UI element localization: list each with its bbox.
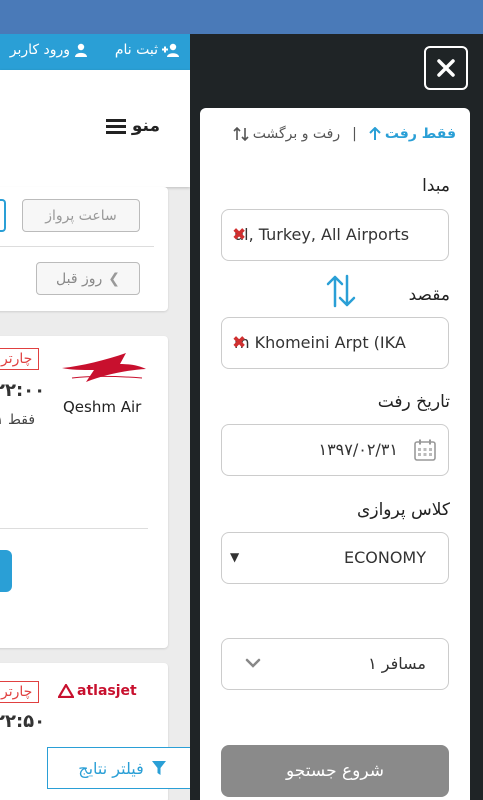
round-trip-option[interactable]: رفت و برگشت [233, 126, 340, 142]
sort-card: ساعت پرواز روز قبل ❮ [0, 187, 168, 311]
separator: | [352, 126, 357, 142]
swap-icon[interactable] [324, 274, 358, 308]
select-flight-button[interactable] [0, 550, 12, 592]
flight-card[interactable]: چارتر Qeshm Air ۲۲:۰۰ فقط ۱ [0, 336, 168, 648]
passengers-value: ۱ مسافر [368, 654, 426, 673]
depart-date-field[interactable]: ۱۳۹۷/۰۲/۳۱ [221, 424, 449, 476]
filter-icon [151, 761, 166, 775]
depart-date-value: ۱۳۹۷/۰۲/۳۱ [318, 440, 398, 459]
departure-time: ۲۲:۵۰ [0, 711, 46, 732]
chevron-down-icon [245, 658, 261, 668]
divider [0, 246, 154, 247]
page-header: منو [0, 70, 190, 187]
status-strip [0, 0, 483, 34]
airline-logo: atlasjet [58, 683, 137, 699]
destination-value: m Khomeini Arpt (IKA [234, 333, 406, 352]
user-plus-icon [162, 43, 179, 57]
origin-field[interactable]: ul, Turkey, All Airports ✖ [221, 209, 449, 261]
departure-time: ۲۲:۰۰ [0, 380, 46, 401]
user-icon [75, 43, 87, 57]
round-trip-icon [233, 127, 249, 141]
hamburger-icon [105, 118, 126, 134]
origin-label: مبدا [422, 176, 450, 196]
chevron-left-icon: ❮ [108, 270, 120, 287]
dropdown-arrow-icon: ▼ [230, 550, 240, 564]
airline-logo [62, 353, 146, 382]
cabin-class-label: کلاس پروازی [357, 500, 450, 520]
close-icon [437, 59, 455, 77]
menu-button[interactable]: منو [105, 116, 160, 136]
depart-date-label: تاریخ رفت [377, 392, 450, 412]
destination-label: مقصد [408, 285, 450, 305]
clear-x-icon[interactable]: ✖ [232, 225, 246, 245]
prev-day-button[interactable]: روز قبل ❮ [36, 262, 140, 295]
filter-results-button[interactable]: فیلتر نتایج [47, 747, 197, 789]
flight-time-button[interactable]: ساعت پرواز [22, 199, 140, 232]
charter-badge: چارتر [0, 348, 40, 370]
atlasjet-mark-icon [58, 684, 74, 698]
seats-note: فقط ۱ [0, 412, 36, 428]
close-button[interactable] [424, 46, 468, 90]
search-button[interactable]: شروع جستجو [221, 745, 449, 797]
arrow-up-icon [369, 127, 381, 140]
account-bar: ثبت نام ورود کاربر [0, 34, 190, 70]
charter-badge: چارتر [0, 681, 40, 703]
menu-label: منو [131, 116, 160, 136]
trip-type-selector: فقط رفت | رفت و برگشت [233, 126, 456, 142]
calendar-icon [414, 439, 436, 461]
destination-field[interactable]: m Khomeini Arpt (IKA ✖ [221, 317, 449, 369]
sort-button[interactable] [0, 199, 6, 232]
passengers-select[interactable]: ۱ مسافر [221, 638, 449, 690]
divider [0, 528, 148, 529]
one-way-option[interactable]: فقط رفت [369, 126, 456, 142]
cabin-class-select[interactable]: ECONOMY ▼ [221, 532, 449, 584]
airline-name: Qeshm Air [63, 398, 142, 416]
origin-value: ul, Turkey, All Airports [234, 225, 410, 244]
clear-x-icon[interactable]: ✖ [232, 333, 246, 353]
login-label: ورود کاربر [9, 42, 70, 58]
search-panel: فقط رفت | رفت و برگشت مبدا ul, Turkey, A… [200, 108, 470, 800]
register-link[interactable]: ثبت نام [115, 42, 180, 58]
cabin-class-value: ECONOMY [343, 548, 426, 567]
login-link[interactable]: ورود کاربر [10, 42, 88, 58]
register-label: ثبت نام [114, 42, 158, 58]
